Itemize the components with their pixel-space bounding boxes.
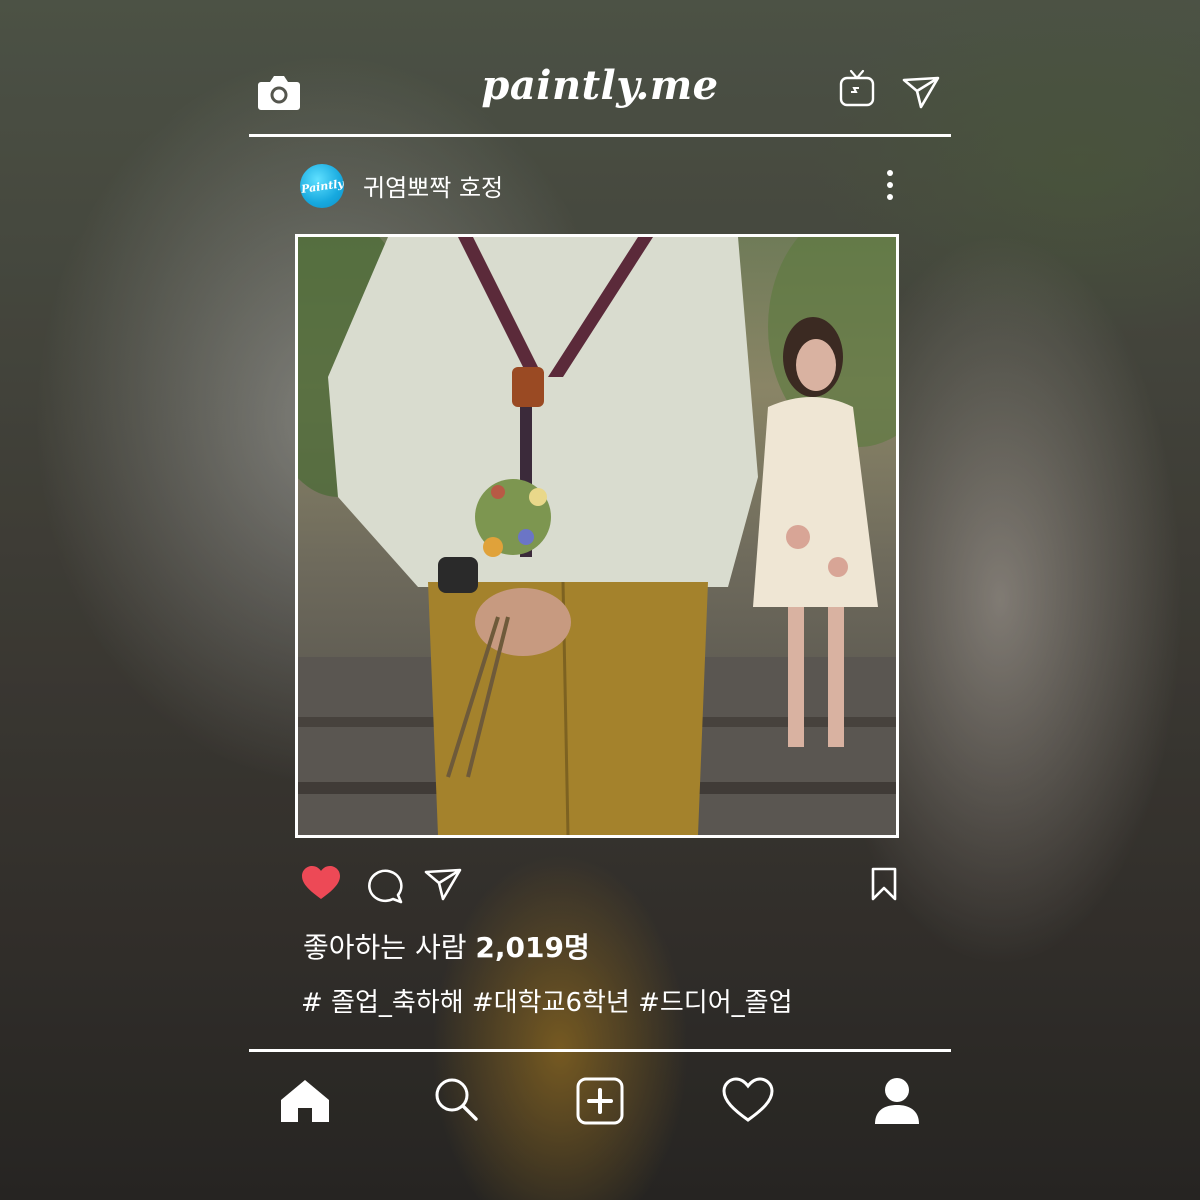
bottom-nav-divider	[249, 1049, 951, 1052]
share-icon[interactable]	[423, 866, 463, 902]
heart-icon[interactable]	[300, 864, 342, 902]
search-icon[interactable]	[433, 1076, 479, 1122]
username[interactable]: 귀염뽀짝 호정	[363, 168, 503, 203]
profile-icon[interactable]	[873, 1076, 921, 1126]
likes-prefix: 좋아하는 사람	[303, 931, 467, 964]
tv-icon[interactable]	[839, 68, 875, 108]
send-icon[interactable]	[901, 74, 941, 110]
post-photo[interactable]	[295, 234, 899, 838]
more-options-icon[interactable]	[885, 170, 895, 204]
activity-heart-icon[interactable]	[721, 1076, 775, 1124]
post-photo-illustration	[298, 237, 896, 835]
home-icon[interactable]	[278, 1076, 332, 1126]
top-bar: paintly.me	[249, 40, 951, 136]
header-divider	[249, 134, 951, 137]
hashtags[interactable]: # 졸업_축하해 #대학교6학년 #드디어_졸업	[301, 982, 793, 1019]
avatar-logo-text: Paintly	[300, 176, 344, 196]
likes-number: 2,019명	[475, 931, 590, 964]
add-post-icon[interactable]	[575, 1076, 625, 1126]
comment-icon[interactable]	[365, 866, 405, 904]
bookmark-icon[interactable]	[869, 866, 899, 902]
avatar[interactable]: Paintly	[300, 164, 344, 208]
likes-count[interactable]: 좋아하는 사람 2,019명	[303, 926, 590, 966]
